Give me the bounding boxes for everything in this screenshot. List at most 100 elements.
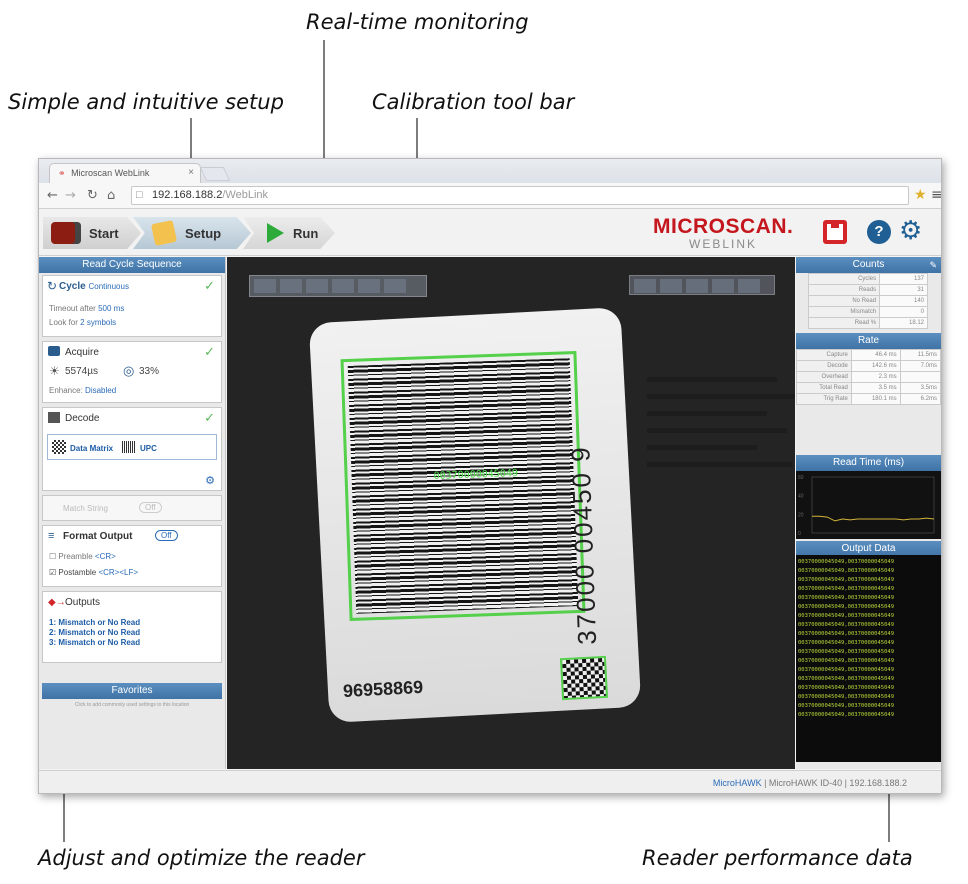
start-step-label: Start xyxy=(89,226,119,241)
output-line: 00370000045049,00370000045049 xyxy=(798,667,895,673)
acquire-card[interactable]: Acquire ✓ ☀ 5574µs ◎ 33% Enhance: Disabl… xyxy=(42,341,222,403)
rate-value: 3.5ms xyxy=(899,382,941,394)
setup-step-button[interactable]: Setup xyxy=(133,217,251,249)
output-line: 00370000045049,00370000045049 xyxy=(798,631,895,637)
tab-close-icon[interactable]: × xyxy=(188,167,194,178)
device-link[interactable]: MicroHAWK xyxy=(713,778,762,788)
format-output-card[interactable]: ≡ Format Output Off ☐ Preamble <CR> ☑ Po… xyxy=(42,525,222,587)
cycle-check-icon: ✓ xyxy=(204,278,215,293)
cycle-title: Cycle Continuous xyxy=(59,281,129,292)
format-output-toggle[interactable]: Off xyxy=(155,530,178,541)
calibration-button[interactable] xyxy=(358,279,380,293)
new-tab-button[interactable] xyxy=(199,167,231,181)
url-input[interactable]: □ 192.168.188.2/WebLink xyxy=(131,186,909,205)
camera-icon xyxy=(48,346,60,356)
postamble-setting[interactable]: ☑ Postamble <CR><LF> xyxy=(49,568,138,577)
rate-value: 2.3 ms xyxy=(850,371,901,383)
counts-label: Read % xyxy=(807,317,881,329)
output-line: 00370000045049,00370000045049 xyxy=(798,613,895,619)
read-time-line xyxy=(812,515,935,522)
exposure-icon: ☀ xyxy=(49,364,60,378)
rate-value: 7.0ms xyxy=(899,360,941,372)
view-button[interactable] xyxy=(712,279,734,293)
decode-settings-icon[interactable]: ⚙ xyxy=(205,474,215,487)
look-for-setting: Look for 2 symbols xyxy=(49,318,117,327)
tab-strip: ⚭ Microscan WebLink × xyxy=(39,159,941,183)
cycle-card[interactable]: Cycle Continuous ↻ ✓ Timeout after 500 m… xyxy=(42,275,222,337)
output-line: 00370000045049,00370000045049 xyxy=(798,577,895,583)
cycle-mode-link[interactable]: Continuous xyxy=(88,282,128,291)
rate-row: Trig Rate 180.1 ms 6.2ms xyxy=(796,393,941,405)
rate-value: 46.4 ms xyxy=(850,349,901,361)
browser-tab[interactable]: ⚭ Microscan WebLink × xyxy=(49,163,201,183)
callout-adjust-reader: Adjust and optimize the reader xyxy=(38,846,365,870)
view-button[interactable] xyxy=(634,279,656,293)
callout-realtime-monitoring: Real-time monitoring xyxy=(306,10,529,34)
match-string-card[interactable]: Match String Off xyxy=(42,495,222,521)
view-button[interactable] xyxy=(738,279,760,293)
counts-row: Read % 18.12 xyxy=(807,317,928,329)
read-time-plot-area xyxy=(811,476,935,534)
match-string-toggle[interactable]: Off xyxy=(139,502,162,513)
counts-label: Cycles xyxy=(807,273,881,285)
edit-counts-icon[interactable]: ✎ xyxy=(929,257,937,273)
decode-card[interactable]: Decode ✓ Data Matrix UPC ⚙ xyxy=(42,407,222,491)
output-data-log[interactable]: 00370000045049,00370000045049 00370000045… xyxy=(796,555,941,762)
symbology-upc[interactable]: UPC xyxy=(140,444,157,453)
output-item[interactable]: 2: Mismatch or No Read xyxy=(49,628,140,637)
rate-row: Capture 46.4 ms 11.5ms xyxy=(796,349,941,361)
forward-icon[interactable]: → xyxy=(65,188,76,203)
weblink-favicon-icon: ⚭ xyxy=(58,168,66,178)
counts-value: 31 xyxy=(879,284,928,296)
rate-row: Total Read 3.5 ms 3.5ms xyxy=(796,382,941,394)
output-item[interactable]: 3: Mismatch or No Read xyxy=(49,638,140,647)
setup-icon xyxy=(150,219,178,247)
cycle-refresh-icon: ↻ xyxy=(47,279,58,293)
page-icon: □ xyxy=(136,189,143,201)
read-cycle-panel: Read Cycle Sequence Cycle Continuous ↻ ✓… xyxy=(39,257,226,769)
output-line: 00370000045049,00370000045049 xyxy=(798,712,895,718)
background-packaging-text xyxy=(647,377,795,497)
symbology-datamatrix[interactable]: Data Matrix xyxy=(70,444,113,453)
camera-view[interactable]: 00370000045049 0 37000 00450 9 96958869 xyxy=(227,257,795,769)
outputs-card[interactable]: ◆→ Outputs 1: Mismatch or No Read 2: Mis… xyxy=(42,591,222,663)
reload-icon[interactable]: ↻ xyxy=(87,188,98,203)
start-step-button[interactable]: Start xyxy=(43,217,141,249)
bookmark-star-icon[interactable]: ★ xyxy=(914,187,927,203)
run-step-button[interactable]: Run xyxy=(243,217,335,249)
calibration-button[interactable] xyxy=(254,279,276,293)
view-button[interactable] xyxy=(660,279,682,293)
preamble-setting[interactable]: ☐ Preamble <CR> xyxy=(49,552,116,561)
calibration-button[interactable] xyxy=(280,279,302,293)
rate-label: Trig Rate xyxy=(796,393,852,405)
gear-icon[interactable]: ⚙ xyxy=(899,216,922,246)
output-line: 00370000045049,00370000045049 xyxy=(798,586,895,592)
exposure-value[interactable]: 5574µs xyxy=(65,366,98,377)
rate-value: 11.5ms xyxy=(899,349,941,361)
view-button[interactable] xyxy=(686,279,708,293)
output-line: 00370000045049,00370000045049 xyxy=(798,703,895,709)
rate-label: Total Read xyxy=(796,382,852,394)
back-icon[interactable]: ← xyxy=(47,188,58,203)
favorites-header: Favorites xyxy=(42,683,222,699)
gain-value[interactable]: 33% xyxy=(139,366,159,377)
browser-tab-title: Microscan WebLink xyxy=(71,168,150,178)
output-line: 00370000045049,00370000045049 xyxy=(798,568,895,574)
output-line: 00370000045049,00370000045049 xyxy=(798,640,895,646)
counts-row: Cycles 137 xyxy=(807,273,928,285)
calibration-button[interactable] xyxy=(306,279,328,293)
output-item[interactable]: 1: Mismatch or No Read xyxy=(49,618,140,627)
microscan-logo: MICROSCAN. xyxy=(653,215,794,238)
enhance-setting: Enhance: Disabled xyxy=(49,386,117,395)
read-time-plot: 60 40 20 0 xyxy=(798,475,935,537)
play-icon xyxy=(267,223,284,243)
rate-value xyxy=(899,371,941,383)
home-icon[interactable]: ⌂ xyxy=(107,188,115,203)
browser-menu-icon[interactable]: ≡ xyxy=(931,187,941,203)
app-toolbar: Start Setup Run MICROSCAN. WEBLINK ? ⚙ xyxy=(39,210,941,256)
save-icon[interactable] xyxy=(823,220,847,244)
calibration-button[interactable] xyxy=(384,279,406,293)
calibration-button[interactable] xyxy=(332,279,354,293)
help-icon[interactable]: ? xyxy=(867,220,891,244)
callout-simple-setup: Simple and intuitive setup xyxy=(8,90,284,114)
